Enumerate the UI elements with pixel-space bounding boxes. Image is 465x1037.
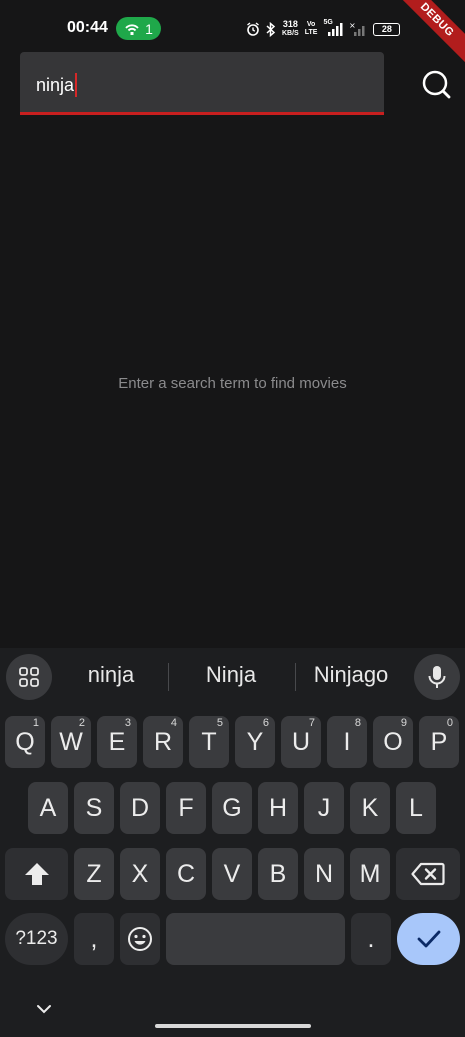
key-s[interactable]: S	[74, 782, 114, 834]
key-w[interactable]: W2	[51, 716, 91, 768]
key-l[interactable]: L	[396, 782, 436, 834]
key-m[interactable]: M	[350, 848, 390, 900]
signal-bars-icon	[328, 23, 343, 36]
shift-key[interactable]	[5, 848, 68, 900]
period-key[interactable]: .	[351, 913, 391, 965]
space-bar[interactable]	[166, 913, 345, 965]
key-u[interactable]: U7	[281, 716, 321, 768]
suggestion-3[interactable]: Ninjago	[302, 662, 400, 688]
comma-key[interactable]: ,	[74, 913, 114, 965]
volte-indicator: Vo LTE	[304, 21, 318, 36]
emoji-key[interactable]	[120, 913, 160, 965]
text-caret	[75, 73, 78, 97]
signal-bars-secondary-icon: ×	[349, 21, 365, 36]
signal-5g: 5G	[323, 19, 343, 37]
shift-icon	[24, 863, 49, 885]
suggestion-1[interactable]: ninja	[62, 662, 160, 688]
key-y[interactable]: Y6	[235, 716, 275, 768]
hide-keyboard-button[interactable]	[32, 997, 56, 1021]
suggestion-bar: ninja Ninja Ninjago	[0, 648, 465, 705]
debug-banner: DEBUG	[394, 0, 465, 63]
svg-text:×: ×	[349, 21, 356, 30]
key-k[interactable]: K	[350, 782, 390, 834]
suggestion-2[interactable]: Ninja	[178, 662, 284, 688]
key-q[interactable]: Q1	[5, 716, 45, 768]
key-a[interactable]: A	[28, 782, 68, 834]
checkmark-icon	[417, 930, 440, 948]
key-d[interactable]: D	[120, 782, 160, 834]
empty-state-message: Enter a search term to find movies	[118, 375, 347, 392]
voice-input-button[interactable]	[414, 654, 460, 700]
apps-grid-icon	[19, 667, 39, 687]
status-bar: 00:44 1 318 KB/S Vo LTE 5G × 28 DEBUG	[0, 0, 465, 63]
status-time: 00:44	[67, 19, 108, 36]
enter-key[interactable]	[397, 913, 460, 965]
search-icon	[422, 70, 451, 99]
backspace-key[interactable]	[396, 848, 460, 900]
key-g[interactable]: G	[212, 782, 252, 834]
hotspot-icon	[125, 23, 139, 35]
key-f[interactable]: F	[166, 782, 206, 834]
key-i[interactable]: I8	[327, 716, 367, 768]
key-h[interactable]: H	[258, 782, 298, 834]
key-o[interactable]: O9	[373, 716, 413, 768]
symbols-key[interactable]: ?123	[5, 913, 68, 965]
emoji-icon	[128, 927, 152, 951]
hotspot-count: 1	[145, 20, 153, 37]
microphone-icon	[428, 666, 446, 688]
bluetooth-icon	[266, 21, 276, 37]
key-x[interactable]: X	[120, 848, 160, 900]
chevron-down-icon	[37, 1005, 51, 1014]
network-speed: 318 KB/S	[282, 19, 299, 38]
search-input[interactable]: ninja	[20, 52, 384, 115]
navigation-handle[interactable]	[155, 1024, 311, 1028]
battery-indicator: 28	[373, 22, 401, 36]
key-n[interactable]: N	[304, 848, 344, 900]
key-j[interactable]: J	[304, 782, 344, 834]
backspace-icon	[411, 862, 445, 886]
hotspot-indicator: 1	[116, 17, 161, 40]
key-b[interactable]: B	[258, 848, 298, 900]
key-v[interactable]: V	[212, 848, 252, 900]
key-r[interactable]: R4	[143, 716, 183, 768]
suggestion-divider	[168, 663, 169, 691]
key-e[interactable]: E3	[97, 716, 137, 768]
status-icons: 318 KB/S Vo LTE 5G × 28	[246, 18, 401, 40]
search-input-value: ninja	[36, 73, 78, 97]
keyboard-menu-button[interactable]	[6, 654, 52, 700]
key-t[interactable]: T5	[189, 716, 229, 768]
alarm-icon	[247, 22, 259, 36]
on-screen-keyboard: ninja Ninja Ninjago Q1 W2 E3 R4 T5 Y6 U7…	[0, 648, 465, 1037]
suggestion-divider	[295, 663, 296, 691]
search-button[interactable]	[419, 67, 453, 101]
key-z[interactable]: Z	[74, 848, 114, 900]
key-c[interactable]: C	[166, 848, 206, 900]
key-p[interactable]: P0	[419, 716, 459, 768]
